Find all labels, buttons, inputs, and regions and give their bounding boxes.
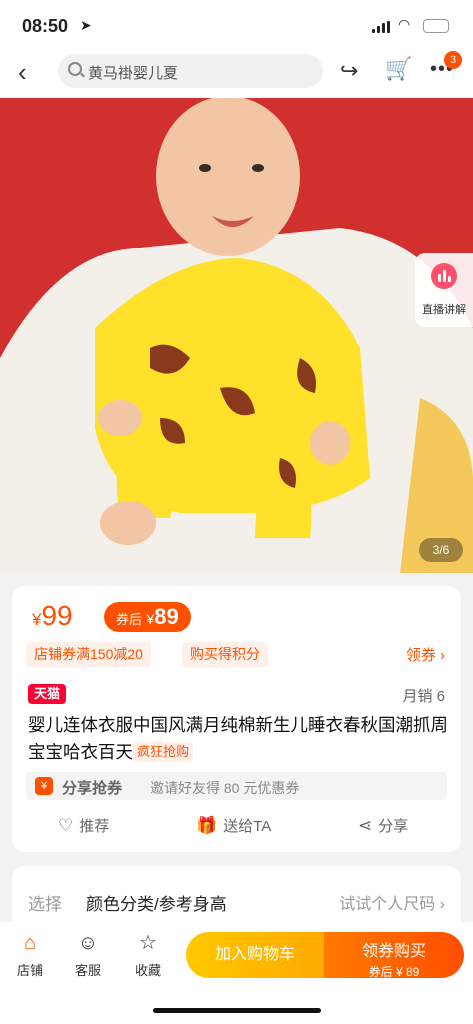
share-coupon-banner[interactable]: ¥ 分享抢券 邀请好友得 80 元优惠券 bbox=[26, 772, 447, 800]
gift-icon: 🎁 bbox=[196, 816, 218, 835]
cellular-signal-icon bbox=[372, 21, 392, 33]
recommend-button[interactable]: ♡ 推荐 bbox=[58, 814, 109, 839]
live-bars-icon bbox=[431, 263, 457, 289]
share-arrow-icon[interactable]: ↪ bbox=[340, 58, 358, 84]
store-coupon-tag[interactable]: 店铺券满150减20 bbox=[26, 642, 151, 667]
search-input[interactable]: 黄马褂婴儿夏 bbox=[88, 62, 178, 83]
favorite-button[interactable]: ☆ 收藏 bbox=[128, 932, 168, 979]
product-image-carousel[interactable]: 直播讲解 bbox=[0, 98, 473, 573]
product-title: 婴儿连体衣服中国风满月纯棉新生儿睡衣春秋国潮抓周宝宝哈衣百天 疯狂抢购 bbox=[28, 715, 448, 762]
baby-photo bbox=[0, 98, 473, 573]
star-icon: ☆ bbox=[139, 932, 157, 954]
status-bar: 08:50 ➤ ◠ bbox=[0, 0, 473, 48]
store-button[interactable]: ⌂ 店铺 bbox=[10, 932, 50, 979]
search-icon bbox=[68, 62, 82, 76]
notification-badge: 3 bbox=[444, 51, 462, 69]
live-explain-label: 直播讲解 bbox=[422, 304, 466, 316]
clock: 08:50 bbox=[22, 16, 69, 36]
add-to-cart-button[interactable]: 加入购物车 bbox=[186, 932, 324, 978]
chevron-right-icon: › bbox=[439, 896, 445, 913]
live-explain-button[interactable]: 直播讲解 bbox=[415, 253, 473, 327]
coupon-icon: ¥ bbox=[35, 777, 53, 795]
heart-icon: ♡ bbox=[58, 816, 74, 835]
top-nav-bar: ‹ 黄马褂婴儿夏 ↪ 🛒 ••• 3 bbox=[0, 48, 473, 98]
tmall-badge: 天猫 bbox=[28, 684, 67, 704]
share-coupon-desc: 邀请好友得 80 元优惠券 bbox=[150, 780, 300, 796]
location-arrow-icon: ➤ bbox=[80, 17, 92, 33]
price-value: 99 bbox=[41, 600, 73, 631]
after-coupon-price-badge: 券后 ¥89 bbox=[104, 602, 191, 632]
gift-button[interactable]: 🎁 送给TA bbox=[196, 814, 271, 839]
battery-icon bbox=[423, 19, 449, 33]
share-icon: ⋖ bbox=[358, 816, 373, 835]
try-size-link[interactable]: 试试个人尺码 › bbox=[339, 890, 445, 914]
price: ¥99 bbox=[32, 600, 73, 631]
monthly-sales: 月销 6 bbox=[402, 688, 445, 705]
cart-icon[interactable]: 🛒 bbox=[385, 56, 412, 82]
share-coupon-title: 分享抢券 bbox=[62, 780, 123, 797]
customer-service-button[interactable]: ☺ 客服 bbox=[68, 932, 108, 979]
get-coupon-link[interactable]: 领券 › bbox=[406, 644, 445, 665]
select-label: 选择 bbox=[28, 895, 62, 914]
select-value: 颜色分类/参考身高 bbox=[86, 895, 227, 914]
image-counter: 3/6 bbox=[419, 538, 463, 562]
buy-with-coupon-button[interactable]: 领券购买 券后 ¥ 89 bbox=[324, 932, 464, 979]
back-chevron-icon[interactable]: ‹ bbox=[18, 58, 27, 86]
chevron-right-icon: › bbox=[440, 647, 445, 664]
store-icon: ⌂ bbox=[23, 932, 37, 954]
points-tag[interactable]: 购买得积分 bbox=[182, 642, 268, 667]
home-indicator bbox=[153, 1008, 321, 1013]
variant-selector[interactable]: 选择 颜色分类/参考身高 试试个人尺码 › bbox=[12, 866, 461, 930]
search-bar[interactable]: 黄马褂婴儿夏 bbox=[58, 54, 323, 88]
customer-service-icon: ☺ bbox=[77, 932, 99, 954]
product-actions: ♡ 推荐 🎁 送给TA ⋖ 分享 bbox=[12, 814, 461, 840]
wifi-icon: ◠ bbox=[398, 16, 411, 32]
hot-sale-tag: 疯狂抢购 bbox=[133, 742, 194, 762]
share-button[interactable]: ⋖ 分享 bbox=[358, 814, 408, 839]
product-info-card: ¥99 券后 ¥89 店铺券满150减20 购买得积分 领券 › 天猫 月销 6… bbox=[12, 586, 461, 852]
